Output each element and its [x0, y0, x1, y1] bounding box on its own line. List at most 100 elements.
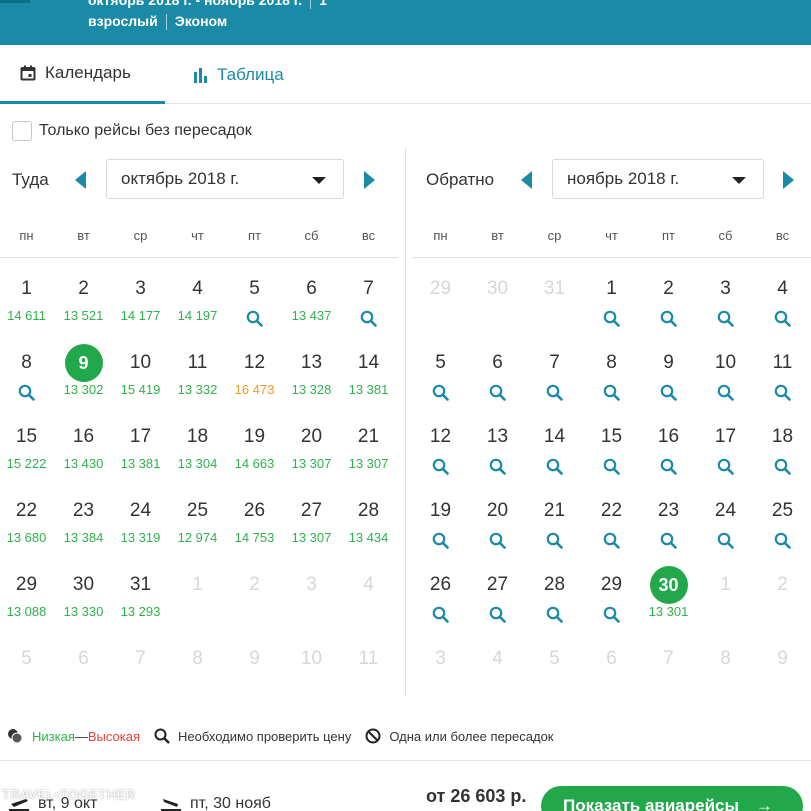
day-cell[interactable]: 26 14 753 [226, 495, 283, 569]
tab-table[interactable]: Таблица [192, 45, 284, 104]
day-cell[interactable]: 22 13 680 [0, 495, 55, 569]
day-cell[interactable]: 14 [526, 421, 583, 495]
day-cell[interactable]: 28 [526, 569, 583, 643]
day-cell[interactable]: 21 [526, 495, 583, 569]
search-icon[interactable] [489, 606, 506, 623]
day-cell[interactable]: 2 13 521 [55, 273, 112, 347]
day-cell[interactable]: 8 [583, 347, 640, 421]
day-cell[interactable]: 6 13 437 [283, 273, 340, 347]
day-cell[interactable]: 4 14 197 [169, 273, 226, 347]
return-next-month-arrow[interactable] [783, 171, 794, 189]
search-icon[interactable] [360, 310, 377, 327]
day-cell[interactable]: 20 13 307 [283, 421, 340, 495]
day-cell[interactable]: 7 [340, 273, 397, 347]
day-cell[interactable]: 16 13 430 [55, 421, 112, 495]
day-cell[interactable]: 24 13 319 [112, 495, 169, 569]
direct-flights-filter[interactable]: Только рейсы без пересадок [12, 121, 252, 141]
search-icon[interactable] [717, 458, 734, 475]
day-cell[interactable]: 13 13 328 [283, 347, 340, 421]
search-icon[interactable] [432, 458, 449, 475]
day-cell[interactable]: 25 [754, 495, 811, 569]
search-icon[interactable] [603, 384, 620, 401]
outbound-next-month-arrow[interactable] [364, 171, 375, 189]
search-icon[interactable] [603, 532, 620, 549]
day-cell[interactable]: 24 [697, 495, 754, 569]
day-cell[interactable]: 3 [697, 273, 754, 347]
search-icon[interactable] [432, 384, 449, 401]
day-cell[interactable]: 15 15 222 [0, 421, 55, 495]
return-prev-month-arrow[interactable] [521, 171, 532, 189]
day-cell[interactable]: 15 [583, 421, 640, 495]
day-cell[interactable]: 31 13 293 [112, 569, 169, 643]
day-cell[interactable]: 28 13 434 [340, 495, 397, 569]
search-icon[interactable] [18, 384, 35, 401]
search-summary-header[interactable]: октябрь 2018 г. - ноябрь 2018 г. 1 взросл… [0, 0, 811, 45]
day-cell[interactable]: 27 [469, 569, 526, 643]
day-cell[interactable]: 10 [697, 347, 754, 421]
day-cell[interactable]: 3 14 177 [112, 273, 169, 347]
day-cell[interactable]: 18 [754, 421, 811, 495]
search-icon[interactable] [603, 310, 620, 327]
day-cell[interactable]: 23 [640, 495, 697, 569]
day-cell[interactable]: 8 [0, 347, 55, 421]
day-cell[interactable]: 11 13 332 [169, 347, 226, 421]
day-cell[interactable]: 1 [583, 273, 640, 347]
day-cell[interactable]: 6 [469, 347, 526, 421]
search-icon[interactable] [717, 532, 734, 549]
day-cell[interactable]: 12 16 473 [226, 347, 283, 421]
search-icon[interactable] [489, 532, 506, 549]
day-cell[interactable]: 5 [226, 273, 283, 347]
search-icon[interactable] [774, 384, 791, 401]
search-icon[interactable] [774, 532, 791, 549]
day-cell[interactable]: 2 [640, 273, 697, 347]
day-cell[interactable]: 19 14 663 [226, 421, 283, 495]
day-cell[interactable]: 17 [697, 421, 754, 495]
search-icon[interactable] [246, 310, 263, 327]
day-cell[interactable]: 12 [412, 421, 469, 495]
day-cell[interactable]: 25 12 974 [169, 495, 226, 569]
search-icon[interactable] [546, 458, 563, 475]
day-cell[interactable]: 26 [412, 569, 469, 643]
day-cell[interactable]: 1 14 611 [0, 273, 55, 347]
search-icon[interactable] [660, 310, 677, 327]
return-month-select[interactable]: ноябрь 2018 г. [552, 159, 764, 199]
search-icon[interactable] [603, 606, 620, 623]
day-cell[interactable]: 16 [640, 421, 697, 495]
search-icon[interactable] [660, 458, 677, 475]
show-flights-button[interactable]: Показать авиарейсы → [541, 786, 803, 811]
day-cell[interactable]: 30 13 330 [55, 569, 112, 643]
day-cell[interactable]: 9 [640, 347, 697, 421]
search-icon[interactable] [546, 606, 563, 623]
search-icon[interactable] [774, 458, 791, 475]
search-icon[interactable] [717, 384, 734, 401]
search-icon[interactable] [546, 384, 563, 401]
outbound-prev-month-arrow[interactable] [75, 171, 86, 189]
day-cell[interactable]: 23 13 384 [55, 495, 112, 569]
day-cell[interactable]: 4 [754, 273, 811, 347]
day-cell[interactable]: 11 [754, 347, 811, 421]
day-cell[interactable]: 5 [412, 347, 469, 421]
search-icon[interactable] [660, 532, 677, 549]
search-icon[interactable] [489, 458, 506, 475]
day-cell[interactable]: 29 [583, 569, 640, 643]
outbound-month-select[interactable]: октябрь 2018 г. [106, 159, 344, 199]
day-cell[interactable]: 14 13 381 [340, 347, 397, 421]
day-cell[interactable]: 13 [469, 421, 526, 495]
search-icon[interactable] [603, 458, 620, 475]
search-icon[interactable] [432, 532, 449, 549]
direct-flights-checkbox[interactable] [12, 121, 32, 141]
search-icon[interactable] [774, 310, 791, 327]
day-cell[interactable]: 10 15 419 [112, 347, 169, 421]
search-icon[interactable] [432, 606, 449, 623]
selected-day-cell[interactable]: 9 13 302 [55, 344, 112, 421]
search-icon[interactable] [546, 532, 563, 549]
day-cell[interactable]: 19 [412, 495, 469, 569]
search-icon[interactable] [489, 384, 506, 401]
search-icon[interactable] [660, 384, 677, 401]
day-cell[interactable]: 20 [469, 495, 526, 569]
selected-day-cell[interactable]: 30 13 301 [640, 566, 697, 643]
day-cell[interactable]: 17 13 381 [112, 421, 169, 495]
day-cell[interactable]: 7 [526, 347, 583, 421]
day-cell[interactable]: 21 13 307 [340, 421, 397, 495]
day-cell[interactable]: 29 13 088 [0, 569, 55, 643]
